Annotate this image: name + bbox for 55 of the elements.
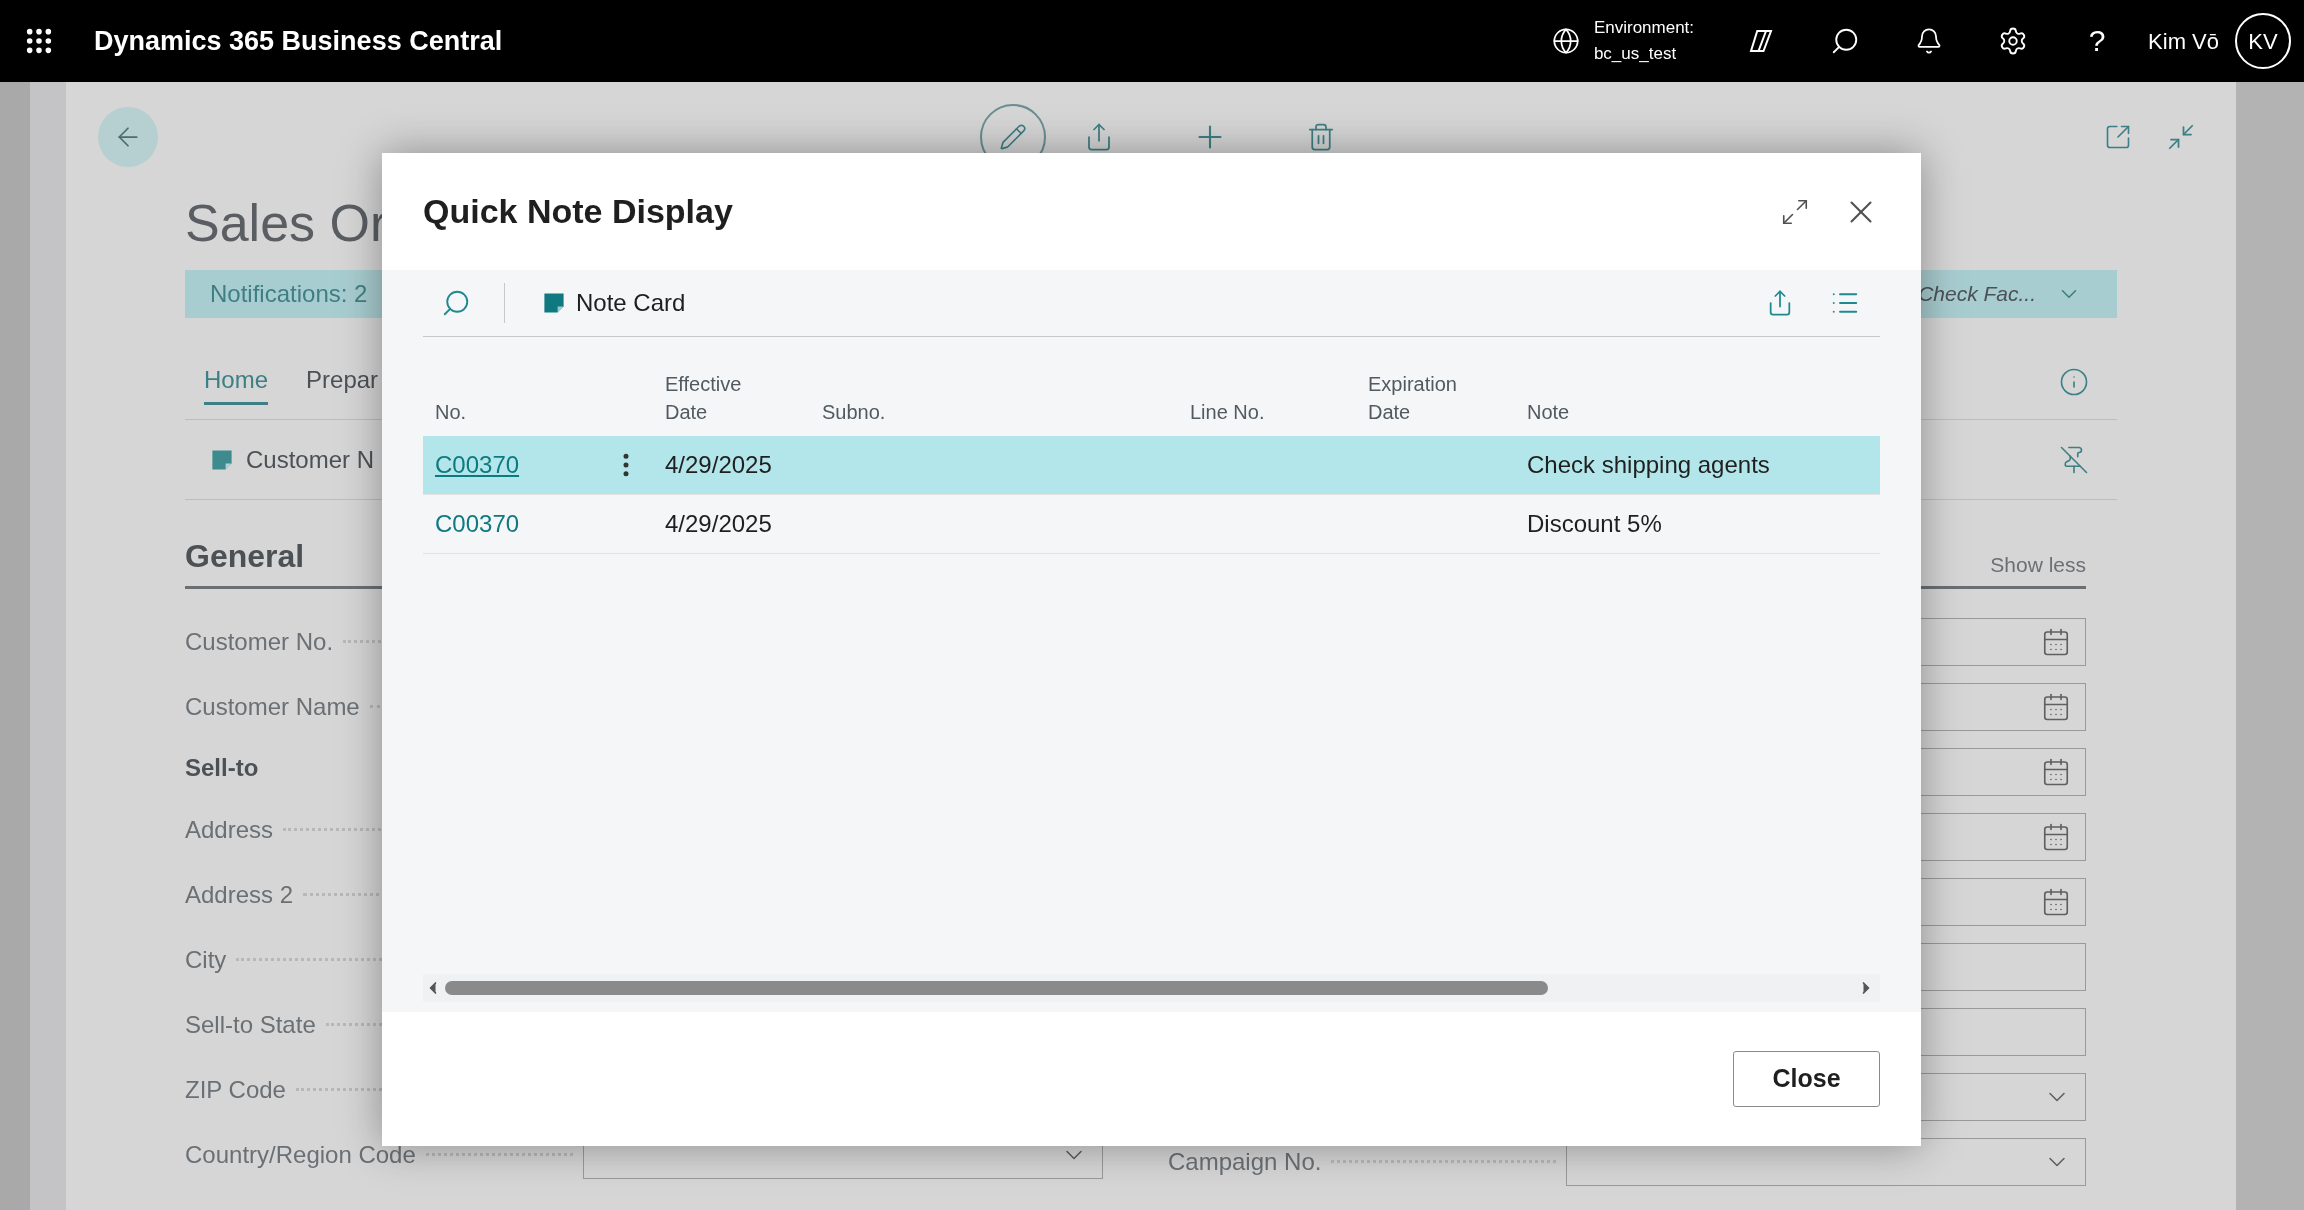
- calendar-icon[interactable]: [2041, 756, 2071, 787]
- table-cell: 4/29/2025: [665, 510, 772, 537]
- field-label: Country/Region Code: [185, 1139, 416, 1170]
- field-label: Customer No.: [185, 626, 334, 657]
- calendar-icon[interactable]: [2041, 821, 2071, 852]
- note-icon: [210, 447, 234, 472]
- tab[interactable]: Prepar: [306, 362, 379, 405]
- section-title: General: [185, 537, 305, 576]
- note-icon: [542, 291, 566, 315]
- customer-notes-action[interactable]: Customer N: [246, 441, 375, 478]
- table-row[interactable]: C00370 4/29/2025 Discount 5%: [423, 495, 1880, 554]
- field-label: City: [185, 944, 227, 975]
- delete-icon[interactable]: [1306, 122, 1336, 152]
- field-label: Sell-to State: [185, 1009, 316, 1040]
- column-header[interactable]: Line No.: [1190, 398, 1290, 426]
- note-number-link[interactable]: C00370: [435, 506, 520, 542]
- notification-count: Notifications: 2: [210, 279, 368, 309]
- table-cell: 4/29/2025: [665, 451, 772, 478]
- pencil-icon: [999, 123, 1027, 151]
- user-name: Kim Vō: [2148, 27, 2219, 56]
- collapse-icon[interactable]: [2166, 122, 2196, 152]
- column-header[interactable]: Subno.: [822, 398, 922, 426]
- page-title: Sales Or: [185, 193, 388, 254]
- column-header[interactable]: Note: [1527, 398, 1627, 426]
- table-cell: Discount 5%: [1527, 510, 1662, 537]
- environment-name: bc_us_test: [1593, 43, 1678, 65]
- unpin-icon[interactable]: [2059, 444, 2089, 475]
- field-label: Campaign No.: [1168, 1146, 1322, 1177]
- help-button[interactable]: ?: [2080, 26, 2115, 56]
- app-title: Dynamics 365 Business Central: [94, 24, 503, 58]
- calendar-icon[interactable]: [2041, 886, 2071, 917]
- note-card-action[interactable]: Note Card: [576, 285, 686, 321]
- column-header[interactable]: Expiration Date: [1368, 370, 1468, 426]
- info-icon[interactable]: [2059, 367, 2089, 397]
- field-label: Address 2: [185, 879, 294, 910]
- environment-icon: [1551, 27, 1580, 55]
- horizontal-scrollbar[interactable]: [423, 974, 1880, 1002]
- show-less-link[interactable]: Show less: [1990, 548, 2086, 580]
- column-header[interactable]: No.: [435, 398, 535, 426]
- open-in-new-window-icon[interactable]: [2104, 123, 2132, 151]
- user-avatar[interactable]: KV: [2235, 13, 2291, 69]
- dialog-title: Quick Note Display: [423, 191, 733, 232]
- table-cell: Check shipping agents: [1527, 451, 1770, 478]
- column-header[interactable]: Effective Date: [665, 370, 765, 426]
- field-label: Customer Name: [185, 691, 360, 722]
- field-label: ZIP Code: [185, 1074, 286, 1105]
- field-label: Address: [185, 814, 274, 845]
- group-heading: Sell-to: [185, 753, 259, 783]
- notification-message: Check Fac...: [1918, 281, 2036, 308]
- calendar-icon[interactable]: [2041, 691, 2071, 722]
- environment-label: Environment:: [1593, 17, 1695, 39]
- note-number-link[interactable]: C00370: [435, 447, 520, 483]
- close-button[interactable]: Close: [1733, 1051, 1880, 1107]
- calendar-icon[interactable]: [2041, 626, 2071, 657]
- table-row[interactable]: C00370 4/29/2025 Check shipping agents: [423, 436, 1880, 495]
